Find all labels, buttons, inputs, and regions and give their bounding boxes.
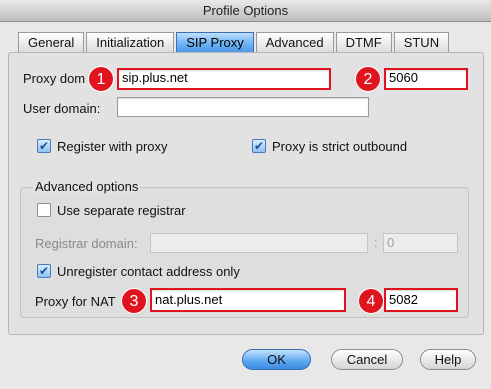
advanced-options-legend: Advanced options xyxy=(33,179,141,194)
tab-dtmf[interactable]: DTMF xyxy=(335,32,392,53)
separate-registrar-label: Use separate registrar xyxy=(57,203,186,218)
window-title: Profile Options xyxy=(0,0,491,22)
cancel-button[interactable]: Cancel xyxy=(331,349,403,370)
user-domain-field[interactable] xyxy=(117,97,369,117)
registrar-domain-label: Registrar domain: xyxy=(35,236,138,251)
annotation-badge-2: 2 xyxy=(355,66,381,92)
registrar-port-separator: : xyxy=(374,235,378,250)
annotation-badge-4: 4 xyxy=(358,288,384,314)
user-domain-label: User domain: xyxy=(23,101,101,116)
register-with-proxy-label: Register with proxy xyxy=(57,139,168,154)
unregister-contact-checkbox[interactable]: ✔ xyxy=(37,264,51,278)
annotation-badge-3: 3 xyxy=(121,288,147,314)
unregister-contact-label: Unregister contact address only xyxy=(57,264,240,279)
strict-outbound-checkbox[interactable]: ✔ xyxy=(252,139,266,153)
registrar-domain-field[interactable] xyxy=(150,233,368,253)
proxy-domain-field[interactable]: sip.plus.net xyxy=(117,68,331,90)
tab-advanced[interactable]: Advanced xyxy=(255,32,334,53)
proxy-domain-label: Proxy dom xyxy=(23,71,86,86)
proxy-port-field[interactable]: 5060 xyxy=(384,68,468,90)
strict-outbound-label: Proxy is strict outbound xyxy=(272,139,408,154)
nat-proxy-label: Proxy for NAT xyxy=(35,294,116,309)
ok-button[interactable]: OK xyxy=(242,349,311,370)
tab-sip-proxy[interactable]: SIP Proxy xyxy=(176,32,254,53)
tab-general[interactable]: General xyxy=(18,32,85,53)
nat-proxy-field[interactable]: nat.plus.net xyxy=(150,288,346,312)
nat-port-field[interactable]: 5082 xyxy=(384,288,458,312)
separate-registrar-checkbox[interactable] xyxy=(37,203,51,217)
registrar-port-field[interactable]: 0 xyxy=(383,233,458,253)
help-button[interactable]: Help xyxy=(420,349,476,370)
tab-stun[interactable]: STUN xyxy=(393,32,450,53)
tab-bar: General Initialization SIP Proxy Advance… xyxy=(18,32,451,53)
annotation-badge-1: 1 xyxy=(88,66,114,92)
register-with-proxy-checkbox[interactable]: ✔ xyxy=(37,139,51,153)
tab-initialization[interactable]: Initialization xyxy=(86,32,175,53)
